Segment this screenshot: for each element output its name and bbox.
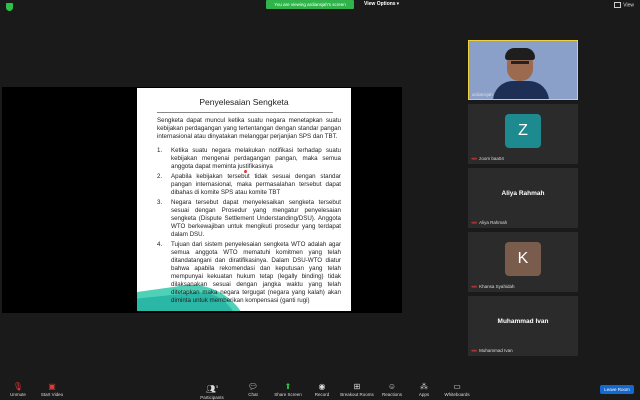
whiteboards-label: Whiteboards bbox=[444, 392, 470, 397]
pointer-cursor-icon bbox=[244, 170, 247, 173]
meeting-toolbar: 🎙︎ Unmute ▣ Start Video 👥︎5 Participants 💬︎… bbox=[0, 378, 640, 400]
participant-tile-muhammad-ivan[interactable]: Muhammad Ivan ᚔ Muhammad Ivan bbox=[468, 296, 578, 356]
top-bar: You are viewing ardiansjah's screen View… bbox=[0, 0, 640, 14]
grid-icon bbox=[614, 2, 622, 8]
participant-name: ᚔ zoom baa04 bbox=[471, 156, 504, 162]
list-number: 2. bbox=[157, 173, 163, 180]
list-text: Tujuan dari sistem penyelesaian sengketa… bbox=[171, 241, 341, 304]
reactions-icon: ☺ bbox=[387, 382, 397, 391]
breakout-rooms-button[interactable]: ⊞ Breakout Rooms bbox=[339, 382, 375, 397]
unmute-button[interactable]: 🎙︎ Unmute bbox=[0, 382, 36, 397]
mic-muted-icon: 🎙︎ bbox=[12, 382, 24, 391]
list-number: 4. bbox=[157, 241, 163, 248]
share-screen-label: Share Screen bbox=[274, 392, 302, 397]
mic-muted-icon: ᚔ bbox=[471, 348, 478, 353]
share-screen-icon: ⬆ bbox=[284, 382, 292, 391]
apps-label: Apps bbox=[418, 392, 430, 397]
mic-muted-icon: ᚔ bbox=[471, 156, 478, 161]
whiteboards-button[interactable]: ▭ Whiteboards bbox=[439, 382, 475, 397]
record-label: Record bbox=[314, 392, 330, 397]
whiteboard-icon: ▭ bbox=[453, 382, 461, 391]
participant-name: ᚔ Muhammad Ivan bbox=[471, 348, 513, 354]
chat-button[interactable]: 💬︎ Chat bbox=[235, 382, 271, 397]
viewing-screen-banner: You are viewing ardiansjah's screen bbox=[266, 0, 354, 9]
participant-display-name: Aliya Rahmah bbox=[501, 190, 545, 197]
webcam-video bbox=[469, 41, 577, 99]
chat-icon: 💬︎ bbox=[247, 382, 259, 391]
participant-name-label: zoom baa04 bbox=[479, 156, 504, 161]
list-text: Ketika suatu negara melakukan notifikasi… bbox=[171, 147, 341, 170]
list-item: 2. Apabila kebijakan tersebut tidak sesua… bbox=[157, 173, 341, 197]
reactions-button[interactable]: ☺ Reactions bbox=[374, 382, 410, 397]
list-item: 4. Tujuan dari sistem penyelesaian sengke… bbox=[157, 241, 341, 305]
start-video-label: Start Video bbox=[40, 392, 64, 397]
list-number: 1. bbox=[157, 147, 163, 154]
person-body bbox=[493, 81, 549, 99]
participant-tile-ardiansjah[interactable]: ardiansjah bbox=[468, 40, 578, 100]
mic-muted-icon: ᚔ bbox=[471, 284, 478, 289]
mic-muted-icon: ᚔ bbox=[471, 220, 478, 225]
participant-display-name: Muhammad Ivan bbox=[497, 318, 549, 325]
breakout-rooms-label: Breakout Rooms bbox=[340, 392, 374, 397]
participants-count: 5 bbox=[215, 384, 219, 389]
participant-tile-aliya-rahmah[interactable]: Aliya Rahmah ᚔ Aliya Rahmah bbox=[468, 168, 578, 228]
leave-room-button[interactable]: Leave Room bbox=[600, 385, 634, 394]
participants-button[interactable]: 👥︎5 Participants bbox=[194, 382, 230, 400]
share-screen-button[interactable]: ⬆ Share Screen bbox=[270, 382, 306, 397]
slide-intro-text: Sengketa dapat muncul ketika suatu negar… bbox=[157, 117, 341, 140]
slide-points-list: 1. Ketika suatu negara melakukan notifika… bbox=[157, 147, 341, 307]
avatar: K bbox=[505, 242, 541, 276]
view-options-label: View Options bbox=[364, 1, 396, 7]
participant-name: ardiansjah bbox=[472, 92, 493, 97]
participant-name: ᚔ Khansa Syahidah bbox=[471, 284, 514, 290]
participant-name: ᚔ Aliya Rahmah bbox=[471, 220, 507, 226]
shield-icon[interactable] bbox=[6, 3, 13, 11]
list-text: Apabila kebijakan tersebut tidak sesuai … bbox=[171, 173, 341, 196]
list-item: 3. Negara tersebut dapat menyelesaikan se… bbox=[157, 199, 341, 239]
reactions-label: Reactions bbox=[381, 392, 402, 397]
avatar: Z bbox=[505, 114, 541, 148]
participants-label: Participants bbox=[200, 394, 224, 400]
divider bbox=[157, 112, 333, 113]
view-label: View bbox=[623, 2, 634, 9]
presentation-slide: Penyelesaian Sengketa Sengketa dapat mun… bbox=[137, 88, 351, 311]
person-hair bbox=[505, 48, 535, 60]
participant-name-label: Khansa Syahidah bbox=[479, 284, 515, 289]
list-number: 3. bbox=[157, 199, 163, 206]
participant-name-label: ardiansjah bbox=[472, 92, 493, 97]
slide-title: Penyelesaian Sengketa bbox=[199, 97, 289, 107]
apps-icon: ⁂ bbox=[420, 382, 428, 391]
participants-icon: 👥︎5 bbox=[205, 384, 219, 394]
chat-label: Chat bbox=[248, 392, 258, 397]
start-video-button[interactable]: ▣ Start Video bbox=[34, 382, 70, 397]
participant-tile-khansa-syahidah[interactable]: K ᚔ Khansa Syahidah bbox=[468, 232, 578, 292]
list-item: 1. Ketika suatu negara melakukan notifika… bbox=[157, 147, 341, 171]
chevron-down-icon: ▾ bbox=[396, 1, 400, 7]
video-off-icon: ▣ bbox=[48, 382, 56, 391]
record-button[interactable]: ◉ Record bbox=[304, 382, 340, 397]
record-icon: ◉ bbox=[318, 382, 326, 391]
participant-name-label: Aliya Rahmah bbox=[479, 220, 508, 225]
apps-button[interactable]: ⁂ Apps bbox=[406, 382, 442, 397]
list-text: Negara tersebut dapat menyelesaikan seng… bbox=[171, 199, 341, 238]
view-button[interactable]: View bbox=[614, 2, 634, 8]
breakout-rooms-icon: ⊞ bbox=[353, 382, 361, 391]
unmute-label: Unmute bbox=[10, 392, 26, 397]
participant-tile-zoom-baa04[interactable]: Z ᚔ zoom baa04 bbox=[468, 104, 578, 164]
participant-name-label: Muhammad Ivan bbox=[479, 348, 513, 353]
person-glasses bbox=[511, 61, 529, 64]
view-options-button[interactable]: View Options▾ bbox=[364, 1, 399, 7]
